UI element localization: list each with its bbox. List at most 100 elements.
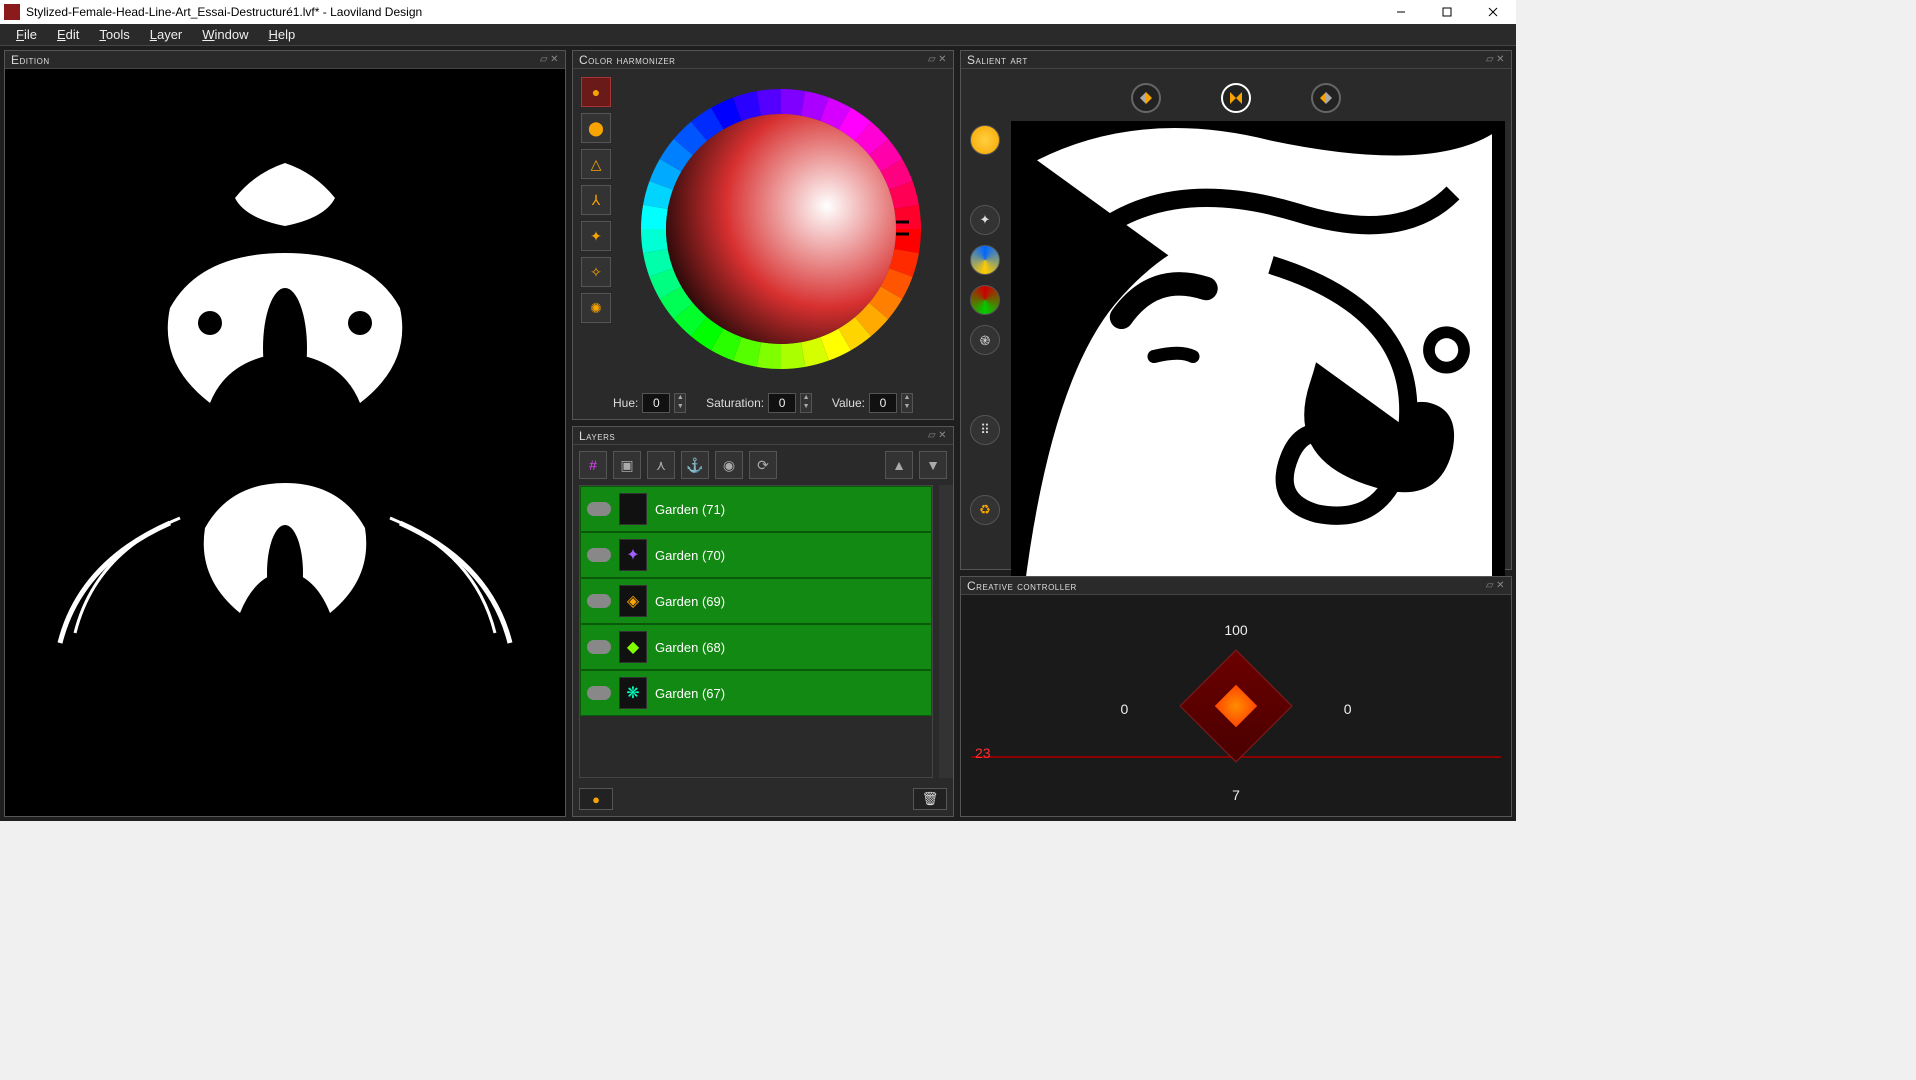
- salient-mode-2-button[interactable]: [1221, 83, 1251, 113]
- panel-undock-icon[interactable]: ▱: [1486, 580, 1494, 591]
- app-icon: [4, 4, 20, 20]
- hue-label: Hue:: [613, 396, 638, 410]
- layer-name: Garden (70): [655, 548, 725, 563]
- creative-flame-icon: [1215, 684, 1257, 726]
- workspace: Edition ▱✕: [0, 46, 1516, 821]
- layers-footer: ● 🗑: [573, 782, 953, 816]
- salient-dots-button[interactable]: ⠿: [970, 415, 1000, 445]
- panel-undock-icon[interactable]: ▱: [1486, 54, 1494, 65]
- layers-up-button[interactable]: ▲: [885, 451, 913, 479]
- layer-delete-button[interactable]: 🗑: [913, 788, 947, 810]
- panel-close-icon[interactable]: ✕: [938, 54, 947, 65]
- salient-sun-button[interactable]: [970, 125, 1000, 155]
- layer-thumb: ◈: [619, 585, 647, 617]
- harmony-split-button[interactable]: ⅄: [581, 185, 611, 215]
- salient-title: Salient art: [967, 53, 1486, 67]
- layer-thumb: ❋: [619, 677, 647, 709]
- titlebar: Stylized-Female-Head-Line-Art_Essai-Dest…: [0, 0, 1516, 24]
- color-harmonizer-header: Color harmonizer ▱✕: [573, 51, 953, 69]
- layer-name: Garden (68): [655, 640, 725, 655]
- layer-visibility-toggle[interactable]: [587, 548, 611, 562]
- layers-sphere-button[interactable]: ◉: [715, 451, 743, 479]
- menu-window[interactable]: Window: [194, 25, 256, 44]
- menubar: File Edit Tools Layer Window Help: [0, 24, 1516, 46]
- layer-visibility-toggle[interactable]: [587, 686, 611, 700]
- panel-close-icon[interactable]: ✕: [938, 430, 947, 441]
- harmony-complement-button[interactable]: ⬤: [581, 113, 611, 143]
- layer-visibility-toggle[interactable]: [587, 594, 611, 608]
- panel-undock-icon[interactable]: ▱: [928, 54, 936, 65]
- salient-blueyellow-button[interactable]: [970, 245, 1000, 275]
- layer-visibility-toggle[interactable]: [587, 502, 611, 516]
- layer-row[interactable]: ◈ Garden (69): [580, 578, 932, 624]
- panel-close-icon[interactable]: ✕: [1496, 54, 1505, 65]
- window-title: Stylized-Female-Head-Line-Art_Essai-Dest…: [26, 5, 1378, 19]
- salient-redgreen-button[interactable]: [970, 285, 1000, 315]
- menu-file[interactable]: File: [8, 25, 45, 44]
- saturation-input[interactable]: [768, 393, 796, 413]
- maximize-button[interactable]: [1424, 0, 1470, 24]
- salient-side-buttons: ✦ ֎ ⠿ ♻: [967, 121, 1003, 592]
- val-stepper[interactable]: ▲▼: [901, 393, 913, 413]
- salient-swirl-button[interactable]: ֎: [970, 325, 1000, 355]
- salient-canvas[interactable]: [1011, 121, 1505, 592]
- creative-red-value: 23: [975, 745, 991, 761]
- creative-title: Creative controller: [967, 579, 1486, 593]
- close-button[interactable]: [1470, 0, 1516, 24]
- layer-thumb: ✦: [619, 539, 647, 571]
- harmony-analogous-button[interactable]: ✺: [581, 293, 611, 323]
- menu-help[interactable]: Help: [261, 25, 304, 44]
- harmony-tetrad-button[interactable]: ✦: [581, 221, 611, 251]
- harmony-mono-button[interactable]: ●: [581, 77, 611, 107]
- value-input[interactable]: [869, 393, 897, 413]
- salient-mode-1-button[interactable]: [1131, 83, 1161, 113]
- edition-canvas[interactable]: [5, 69, 565, 816]
- layer-name: Garden (71): [655, 502, 725, 517]
- edition-title: Edition: [11, 53, 540, 67]
- hue-stepper[interactable]: ▲▼: [674, 393, 686, 413]
- layer-row[interactable]: Garden (71): [580, 486, 932, 532]
- minimize-button[interactable]: [1378, 0, 1424, 24]
- layers-grid-button[interactable]: #: [579, 451, 607, 479]
- layers-anchor-button[interactable]: ⚓: [681, 451, 709, 479]
- harmony-triad-button[interactable]: △: [581, 149, 611, 179]
- layer-name: Garden (69): [655, 594, 725, 609]
- hue-input[interactable]: [642, 393, 670, 413]
- salient-star-button[interactable]: ✦: [970, 205, 1000, 235]
- menu-layer[interactable]: Layer: [142, 25, 191, 44]
- salient-mode-3-button[interactable]: [1311, 83, 1341, 113]
- layer-row[interactable]: ◆ Garden (68): [580, 624, 932, 670]
- salient-recycle-button[interactable]: ♻: [970, 495, 1000, 525]
- layers-title: Layers: [579, 429, 928, 443]
- salient-header: Salient art ▱✕: [961, 51, 1511, 69]
- panel-close-icon[interactable]: ✕: [550, 54, 559, 65]
- panel-close-icon[interactable]: ✕: [1496, 580, 1505, 591]
- creative-left-value: 0: [1121, 701, 1129, 717]
- sat-stepper[interactable]: ▲▼: [800, 393, 812, 413]
- layer-scrollbar[interactable]: [939, 485, 953, 778]
- hsv-inputs: Hue:▲▼ Saturation:▲▼ Value:▲▼: [573, 389, 953, 419]
- harmony-square-button[interactable]: ✧: [581, 257, 611, 287]
- color-wheel[interactable]: [617, 77, 945, 381]
- layer-thumb: ◆: [619, 631, 647, 663]
- layers-down-button[interactable]: ▼: [919, 451, 947, 479]
- menu-tools[interactable]: Tools: [91, 25, 137, 44]
- layer-name: Garden (67): [655, 686, 725, 701]
- layers-refresh-button[interactable]: ⟳: [749, 451, 777, 479]
- creative-controller[interactable]: 100 0 0 7 23: [961, 595, 1511, 816]
- creative-right-value: 0: [1344, 701, 1352, 717]
- value-label: Value:: [832, 396, 865, 410]
- layer-row[interactable]: ✦ Garden (70): [580, 532, 932, 578]
- layer-visibility-toggle[interactable]: [587, 640, 611, 654]
- panel-undock-icon[interactable]: ▱: [540, 54, 548, 65]
- layers-merge-button[interactable]: ⋏: [647, 451, 675, 479]
- layer-list[interactable]: Garden (71) ✦ Garden (70) ◈ Garden (69) ◆ G…: [579, 485, 933, 778]
- creative-diamond[interactable]: [1179, 649, 1292, 762]
- panel-undock-icon[interactable]: ▱: [928, 430, 936, 441]
- layers-stack-button[interactable]: ▣: [613, 451, 641, 479]
- creative-top-value: 100: [1224, 622, 1247, 638]
- layer-blend-button[interactable]: ●: [579, 788, 613, 810]
- harmony-mode-buttons: ● ⬤ △ ⅄ ✦ ✧ ✺: [581, 77, 611, 381]
- layer-row[interactable]: ❋ Garden (67): [580, 670, 932, 716]
- menu-edit[interactable]: Edit: [49, 25, 87, 44]
